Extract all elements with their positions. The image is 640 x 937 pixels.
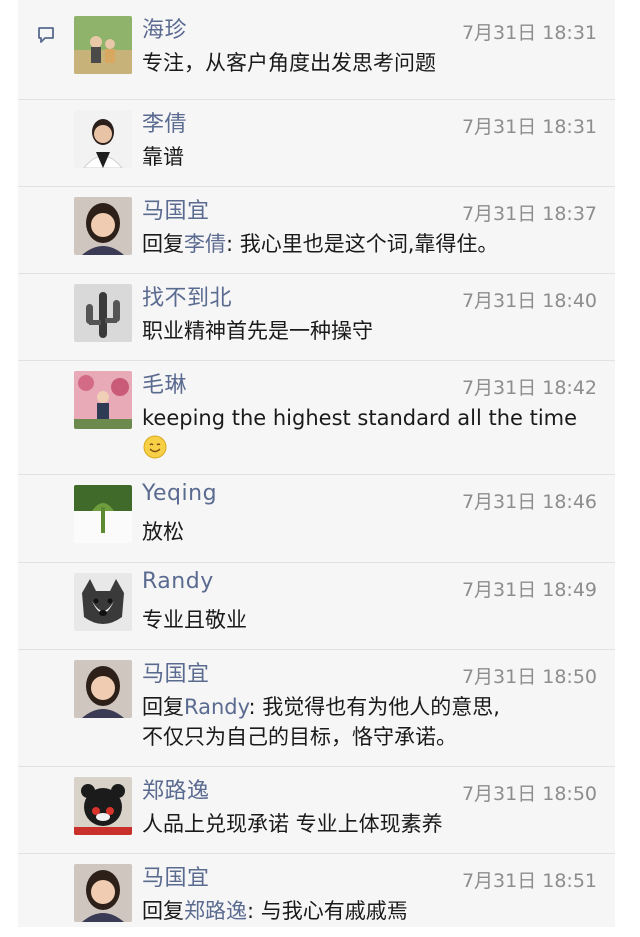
smile-emoji-icon bbox=[143, 435, 167, 459]
comment-author[interactable]: 毛琳 bbox=[142, 367, 187, 399]
avatar[interactable] bbox=[74, 371, 132, 429]
reply-mention[interactable]: 李倩 bbox=[184, 232, 226, 256]
comment-item: Yeqing 7月31日 18:46 放松 bbox=[18, 475, 615, 563]
comment-author[interactable]: 李倩 bbox=[142, 106, 187, 138]
comment-item: 马国宜 7月31日 18:50 回复Randy: 我觉得也有为他人的意思, 不仅… bbox=[18, 650, 615, 767]
comment-author[interactable]: 郑路逸 bbox=[142, 773, 210, 805]
comment-author[interactable]: Randy bbox=[142, 569, 214, 594]
reply-mention[interactable]: 郑路逸 bbox=[184, 899, 247, 923]
reply-prefix: 回复 bbox=[142, 695, 184, 719]
comment-item: 郑路逸 7月31日 18:50 人品上兑现承诺 专业上体现素养 bbox=[18, 767, 615, 854]
avatar[interactable] bbox=[74, 777, 132, 835]
comment-time: 7月31日 18:51 bbox=[461, 870, 597, 892]
comment-time: 7月31日 18:46 bbox=[461, 491, 597, 513]
avatar[interactable] bbox=[74, 110, 132, 168]
reply-body: : 与我心有戚戚焉 bbox=[247, 899, 408, 923]
reply-prefix: 回复 bbox=[142, 899, 184, 923]
comment-time: 7月31日 18:40 bbox=[461, 290, 597, 312]
reply-prefix: 回复 bbox=[142, 232, 184, 256]
avatar[interactable] bbox=[74, 864, 132, 922]
comment-item: 马国宜 7月31日 18:37 回复李倩: 我心里也是这个词,靠得住。 bbox=[18, 187, 615, 274]
comment-text: 回复Randy: 我觉得也有为他人的意思, bbox=[142, 692, 500, 722]
comment-time: 7月31日 18:49 bbox=[461, 579, 597, 601]
comment-time: 7月31日 18:42 bbox=[461, 377, 597, 399]
reply-mention[interactable]: Randy bbox=[184, 695, 249, 719]
comment-author[interactable]: 海珍 bbox=[142, 12, 187, 44]
comment-item: 马国宜 7月31日 18:51 回复郑路逸: 与我心有戚戚焉 bbox=[18, 854, 615, 937]
avatar[interactable] bbox=[74, 284, 132, 342]
comment-text: 人品上兑现承诺 专业上体现素养 bbox=[142, 812, 443, 836]
comment-time: 7月31日 18:50 bbox=[461, 666, 597, 688]
comment-item: 海珍 7月31日 18:31 专注，从客户角度出发思考问题 bbox=[18, 0, 615, 100]
comment-time: 7月31日 18:50 bbox=[461, 783, 597, 805]
comment-text: 放松 bbox=[142, 520, 184, 544]
comment-author[interactable]: 找不到北 bbox=[142, 280, 232, 312]
comment-text-line2: 不仅只为自己的目标，恪守承诺。 bbox=[142, 725, 457, 749]
comment-author[interactable]: 马国宜 bbox=[142, 656, 210, 688]
avatar[interactable] bbox=[74, 485, 132, 543]
comment-item: 李倩 7月31日 18:31 靠谱 bbox=[18, 100, 615, 187]
comment-time: 7月31日 18:37 bbox=[461, 203, 597, 225]
comment-text: 专业且敬业 bbox=[142, 608, 247, 632]
comment-item: 找不到北 7月31日 18:40 职业精神首先是一种操守 bbox=[18, 274, 615, 361]
comment-author[interactable]: Yeqing bbox=[142, 481, 217, 506]
comment-author[interactable]: 马国宜 bbox=[142, 193, 210, 225]
comment-text: 靠谱 bbox=[142, 145, 184, 169]
avatar[interactable] bbox=[74, 197, 132, 255]
comment-item: Randy 7月31日 18:49 专业且敬业 bbox=[18, 563, 615, 650]
comment-text: 专注，从客户角度出发思考问题 bbox=[142, 51, 436, 75]
comment-time: 7月31日 18:31 bbox=[461, 116, 597, 138]
comment-author[interactable]: 马国宜 bbox=[142, 860, 210, 892]
comment-time: 7月31日 18:31 bbox=[461, 22, 597, 44]
reply-body: : 我心里也是这个词,靠得住。 bbox=[226, 232, 499, 256]
avatar[interactable] bbox=[74, 16, 132, 74]
comment-text: 职业精神首先是一种操守 bbox=[142, 319, 373, 343]
comment-text: keeping the highest standard all the tim… bbox=[142, 406, 578, 430]
comment-item: 毛琳 7月31日 18:42 keeping the highest stand… bbox=[18, 361, 615, 475]
comment-text: 回复郑路逸: 与我心有戚戚焉 bbox=[142, 896, 408, 926]
reply-body: : 我觉得也有为他人的意思, bbox=[248, 695, 500, 719]
avatar[interactable] bbox=[74, 660, 132, 718]
comment-list: 海珍 7月31日 18:31 专注，从客户角度出发思考问题 李倩 7月31日 1… bbox=[18, 0, 615, 937]
comment-text: 回复李倩: 我心里也是这个词,靠得住。 bbox=[142, 229, 498, 259]
avatar[interactable] bbox=[74, 573, 132, 631]
